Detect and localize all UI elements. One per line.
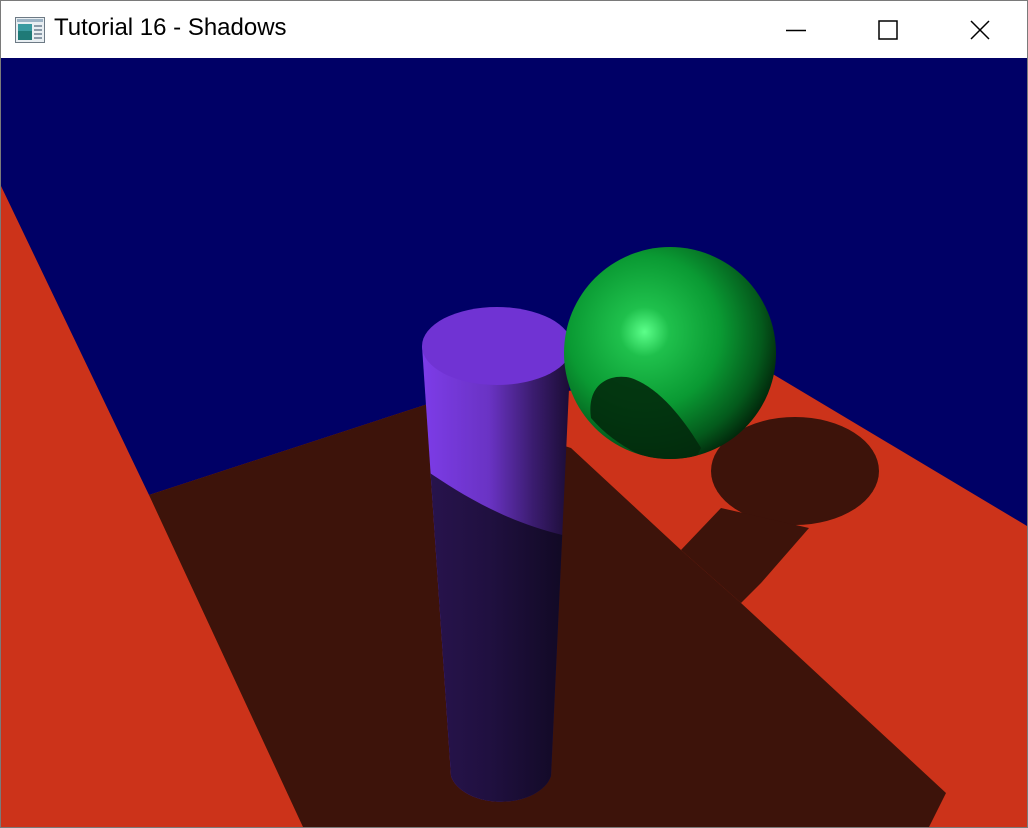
title-bar[interactable]: Tutorial 16 - Shadows: [1, 1, 1027, 58]
close-icon: [969, 19, 991, 41]
window-title: Tutorial 16 - Shadows: [54, 14, 287, 41]
minimize-button[interactable]: [750, 1, 842, 58]
cylinder-top: [422, 307, 572, 385]
maximize-button[interactable]: [842, 1, 934, 58]
render-viewport[interactable]: [1, 58, 1027, 827]
app-window-icon: [15, 17, 45, 43]
minimize-icon: [785, 19, 807, 41]
close-button[interactable]: [934, 1, 1026, 58]
app-window: Tutorial 16 - Shadows: [0, 0, 1028, 828]
maximize-icon: [877, 19, 899, 41]
